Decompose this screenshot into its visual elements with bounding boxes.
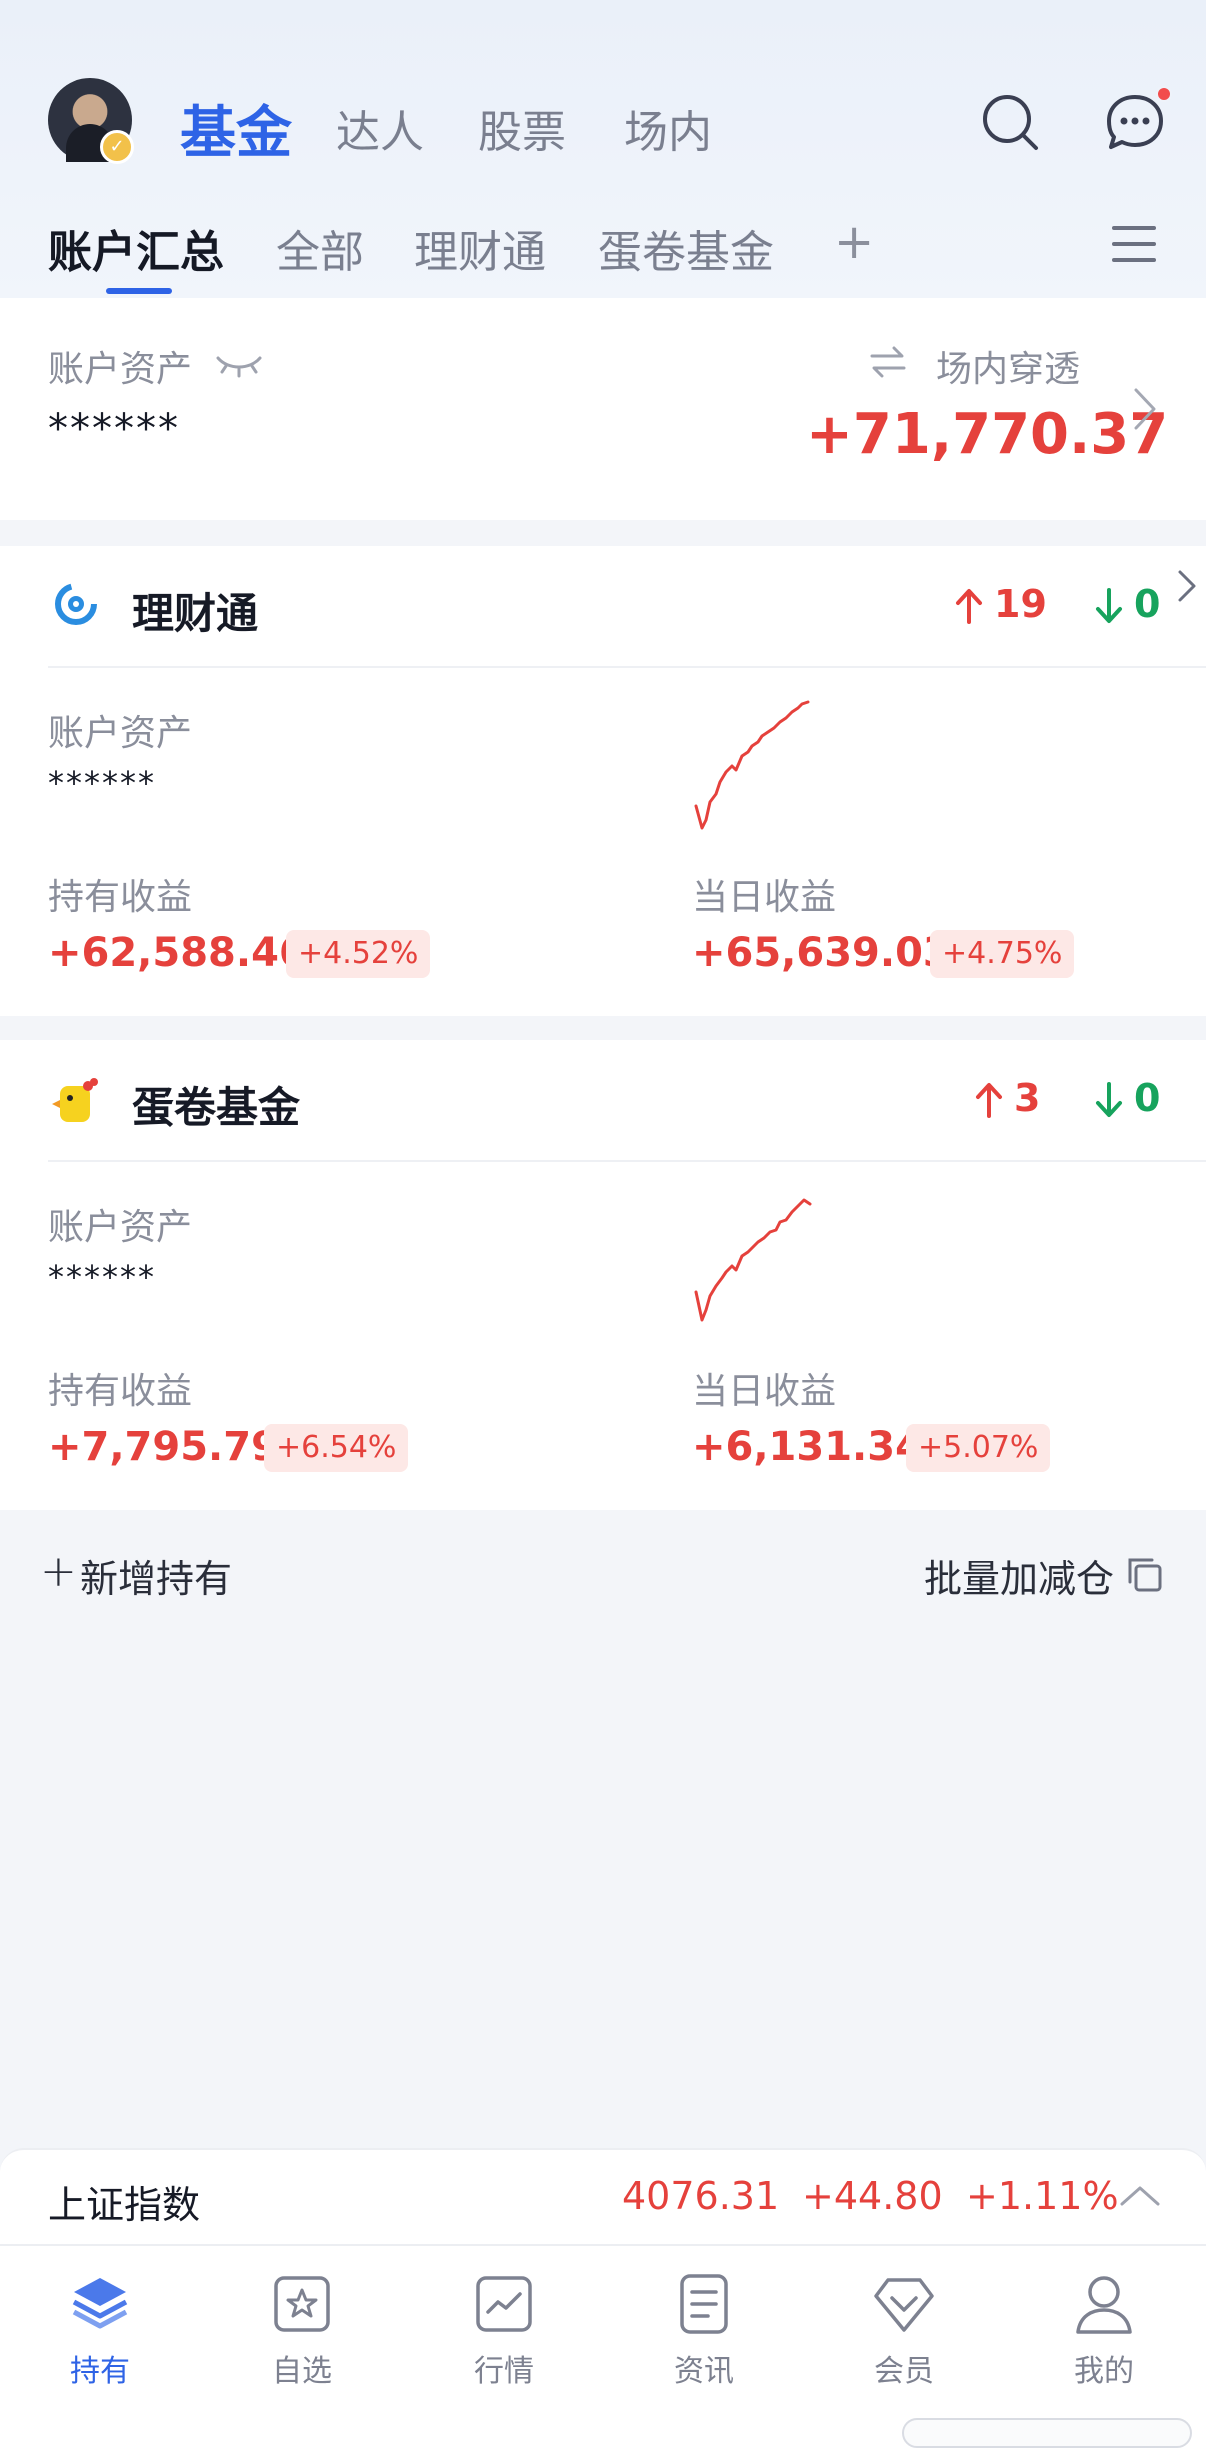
index-change-pct: +1.11% <box>966 2174 1119 2218</box>
add-icon[interactable]: + <box>40 1546 77 1597</box>
tab-watchlist[interactable]: 自选 <box>242 2272 362 2390</box>
chevron-right-icon[interactable] <box>1130 384 1160 438</box>
arrow-down-icon <box>1094 1080 1124 1124</box>
up-count: 19 <box>994 582 1047 626</box>
platform-name: 蛋卷基金 <box>132 1083 301 1132</box>
active-tab-indicator <box>106 288 172 294</box>
index-change: +44.80 <box>802 2174 943 2218</box>
chevron-right-icon[interactable] <box>1176 568 1198 608</box>
copy-icon[interactable] <box>1124 1554 1164 1598</box>
message-icon[interactable] <box>1104 92 1166 158</box>
account-summary-card[interactable]: 账户资产 ****** 场内穿透 +71,770.37 <box>0 298 1206 520</box>
action-row: + 新增持有 批量加减仓 <box>0 1512 1206 1632</box>
tab-label: 会员 <box>874 2354 934 2389</box>
eye-closed-icon[interactable] <box>214 350 264 384</box>
up-count: 3 <box>1014 1076 1041 1120</box>
trend-sparkline <box>692 1192 816 1336</box>
platform-name: 理财通 <box>132 589 259 638</box>
tab-news[interactable]: 资讯 <box>644 2272 764 2390</box>
add-tab-button[interactable]: + <box>834 214 874 270</box>
danjuan-logo-icon <box>50 1074 102 1130</box>
asset-value: ****** <box>48 1258 156 1296</box>
tab-label: 我的 <box>1074 2354 1134 2389</box>
down-count: 0 <box>1134 582 1161 626</box>
chart-icon <box>476 2276 532 2332</box>
batch-adjust-button[interactable]: 批量加减仓 <box>924 1548 1114 1603</box>
tab-profile[interactable]: 我的 <box>1044 2272 1164 2390</box>
trend-sparkline <box>692 698 816 842</box>
licaitong-logo-icon <box>52 580 100 632</box>
tab-all[interactable]: 全部 <box>276 216 364 280</box>
tab-label: 持有 <box>70 2354 130 2389</box>
user-icon <box>1076 2276 1132 2334</box>
hold-profit-label: 持有收益 <box>48 1371 193 1412</box>
add-holding-button[interactable]: 新增持有 <box>80 1548 232 1603</box>
tab-stocks[interactable]: 股票 <box>478 96 566 160</box>
divider <box>48 666 1206 668</box>
verified-badge-icon: ✓ <box>100 130 134 164</box>
total-profit-value: +71,770.37 <box>806 402 1169 467</box>
day-profit-pct: +5.07% <box>906 1424 1051 1472</box>
hold-profit-pct: +6.54% <box>264 1424 409 1472</box>
tab-fund[interactable]: 基金 <box>180 88 292 169</box>
hold-profit-pct: +4.52% <box>286 930 431 978</box>
index-ticker-bar[interactable]: 上证指数 4076.31 +44.80 +1.11% <box>0 2148 1206 2244</box>
tab-label: 资讯 <box>674 2354 734 2389</box>
tab-membership[interactable]: 会员 <box>844 2272 964 2390</box>
account-assets-label: 账户资产 <box>48 349 193 390</box>
index-name: 上证指数 <box>48 2183 201 2227</box>
tab-exchange[interactable]: 场内 <box>624 96 712 160</box>
asset-value: ****** <box>48 764 156 802</box>
penetrate-label[interactable]: 场内穿透 <box>936 340 1080 392</box>
platform-card-danjuan[interactable]: 蛋卷基金 3 0 账户资产 ****** 持有收益 +7,795.79 +6.5… <box>0 1040 1206 1510</box>
hold-profit-label: 持有收益 <box>48 877 193 918</box>
day-profit-value: +6,131.34 <box>692 1424 923 1470</box>
arrow-up-icon <box>954 586 984 630</box>
tab-account-summary[interactable]: 账户汇总 <box>48 216 224 280</box>
tab-label: 行情 <box>474 2354 534 2389</box>
document-icon <box>680 2274 728 2334</box>
notification-dot <box>1156 86 1172 102</box>
tab-label: 自选 <box>272 2354 332 2389</box>
day-profit-value: +65,639.03 <box>692 930 951 976</box>
index-value: 4076.31 <box>622 2174 780 2218</box>
tab-holdings[interactable]: 持有 <box>40 2272 160 2390</box>
arrow-down-icon <box>1094 586 1124 630</box>
diamond-icon <box>874 2278 934 2332</box>
search-icon[interactable] <box>980 92 1042 158</box>
chevron-up-icon[interactable] <box>1118 2180 1162 2214</box>
menu-icon[interactable] <box>1112 222 1156 270</box>
account-assets-value: ****** <box>48 406 180 452</box>
star-icon <box>274 2276 330 2332</box>
watermark <box>902 2418 1192 2448</box>
day-profit-pct: +4.75% <box>930 930 1075 978</box>
down-count: 0 <box>1134 1076 1161 1120</box>
tab-market[interactable]: 行情 <box>444 2272 564 2390</box>
hold-profit-value: +7,795.79 <box>48 1424 279 1470</box>
platform-card-licaitong[interactable]: 理财通 19 0 账户资产 ****** 持有收益 +62,588.46 +4.… <box>0 546 1206 1016</box>
hold-profit-value: +62,588.46 <box>48 930 307 976</box>
day-profit-label: 当日收益 <box>692 877 837 918</box>
arrow-up-icon <box>974 1080 1004 1124</box>
asset-label: 账户资产 <box>48 713 193 754</box>
divider <box>48 1160 1206 1162</box>
day-profit-label: 当日收益 <box>692 1371 837 1412</box>
asset-label: 账户资产 <box>48 1207 193 1248</box>
switch-icon <box>868 344 908 384</box>
tab-experts[interactable]: 达人 <box>336 96 424 160</box>
tab-danjuan[interactable]: 蛋卷基金 <box>598 216 774 280</box>
tab-licaitong[interactable]: 理财通 <box>414 216 546 280</box>
layers-icon <box>72 2278 128 2329</box>
